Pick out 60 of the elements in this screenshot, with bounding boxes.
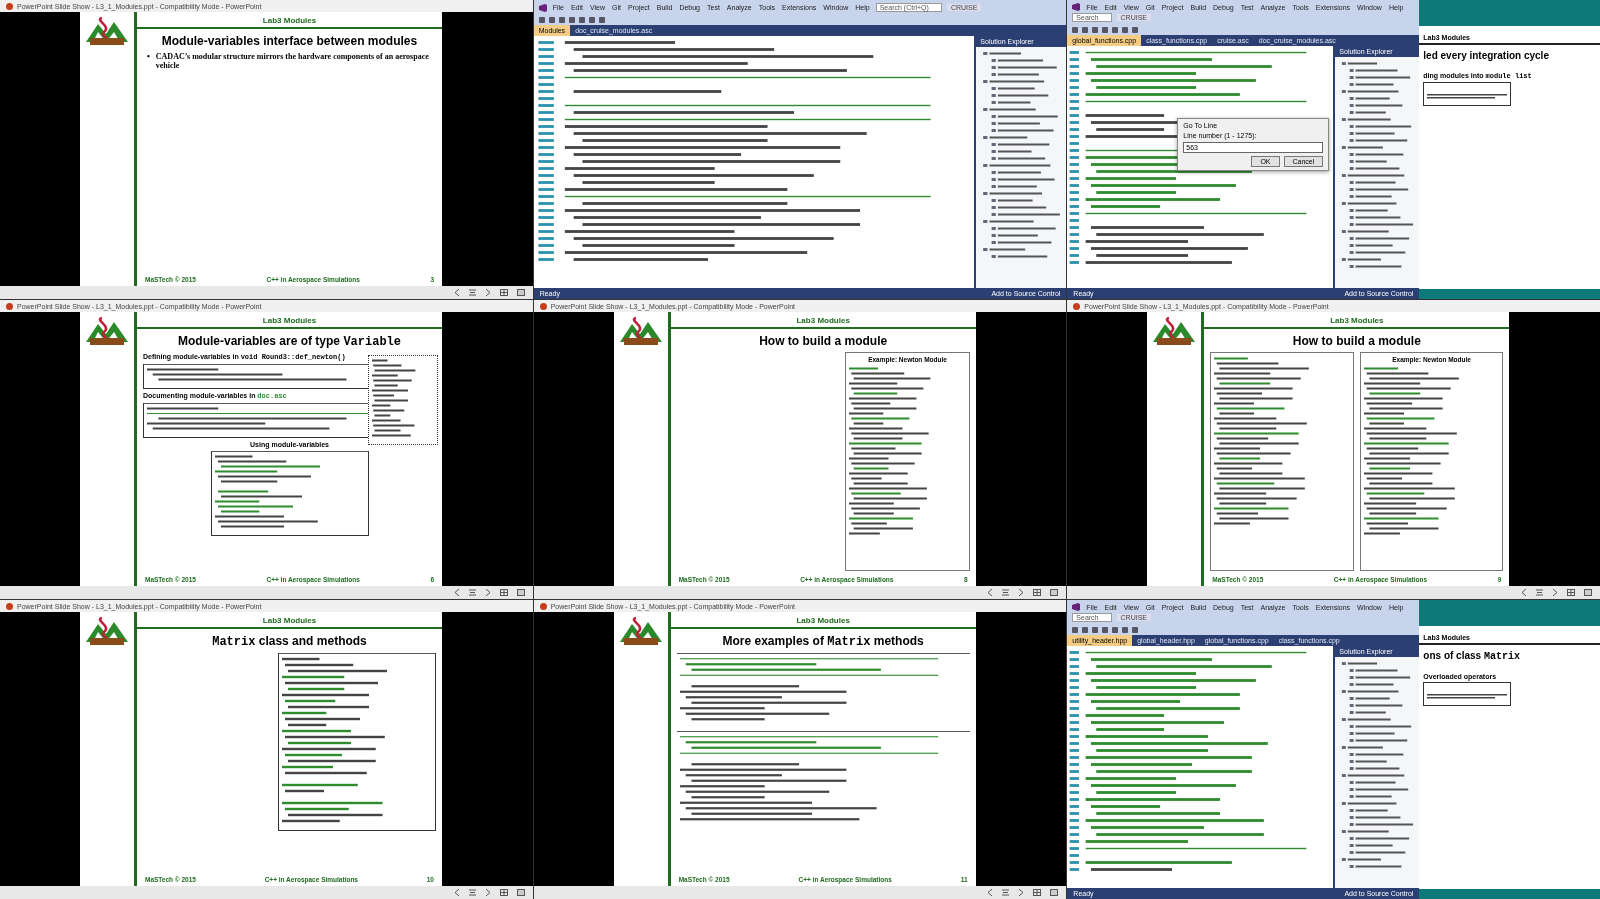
next-icon[interactable] [484,289,491,296]
slide-header: Lab3 Modules [137,612,442,629]
previous-icon[interactable] [1521,589,1527,596]
bullet-text: • CADAC’s modular structure mirrors the hardware components of an aerospace vehicle [146,52,430,70]
mountain-logo-icon [86,616,128,646]
slide-title: Module-variables are of type Variable [177,333,402,351]
previous-icon[interactable] [453,289,460,296]
mountain-logo-icon [619,616,662,646]
grid-icon[interactable] [1033,589,1042,596]
slide-title: How to build a module [1291,333,1422,350]
menu-icon[interactable] [468,589,476,596]
previous-icon[interactable] [987,889,994,896]
slide-title: How to build a module [758,333,889,350]
slide-header: Lab3 Modules [670,312,976,329]
next-icon[interactable] [1552,589,1558,596]
app-icon [6,602,13,610]
menu-icon[interactable] [1002,589,1010,596]
slide-header: Lab3 Modules [137,312,442,329]
slide-header: Lab3 Modules [137,12,442,29]
app-logo-icon [1072,603,1081,611]
grid-icon[interactable] [499,289,508,296]
next-icon[interactable] [1018,889,1025,896]
next-icon[interactable] [1018,589,1025,596]
mountain-logo-icon [86,16,128,46]
slide-title: led every integration cycle [1422,49,1550,63]
slide-title: Matrix class and methods [211,633,368,651]
menu-icon[interactable] [1536,589,1543,596]
mountain-logo-icon [619,316,662,346]
previous-icon[interactable] [453,589,460,596]
slide-header: Lab3 Modules [670,612,976,629]
menu-icon[interactable] [468,889,476,896]
mountain-logo-icon [86,316,128,346]
menu-icon[interactable] [1002,889,1010,896]
slide-view-icon[interactable] [516,589,525,596]
grid-icon[interactable] [1567,589,1575,596]
slide-view-icon[interactable] [516,889,525,896]
slide-title: More examples of Matrix methods [721,633,925,651]
previous-icon[interactable] [453,889,460,896]
grid-icon[interactable] [1033,889,1042,896]
slide-view-icon[interactable] [1050,889,1059,896]
app-icon [6,2,13,10]
grid-icon[interactable] [499,889,508,896]
next-icon[interactable] [484,889,491,896]
mountain-logo-icon [1153,316,1196,346]
slide-view-icon[interactable] [1584,589,1592,596]
slide-header: Lab3 Modules [1204,312,1510,329]
slide-view-icon[interactable] [1050,589,1059,596]
app-icon [1073,302,1081,310]
slide-title: ons of class Matrix [1422,649,1521,664]
previous-icon[interactable] [987,589,994,596]
app-logo-icon [1072,3,1081,11]
app-logo-icon [538,3,547,12]
app-icon [539,602,547,610]
app-icon [539,302,547,310]
next-icon[interactable] [484,589,491,596]
menu-icon[interactable] [468,289,476,296]
grid-icon[interactable] [499,589,508,596]
app-icon [6,302,13,310]
slide-title: Module-variables interface between modules [160,33,419,50]
slide-view-icon[interactable] [516,289,525,296]
